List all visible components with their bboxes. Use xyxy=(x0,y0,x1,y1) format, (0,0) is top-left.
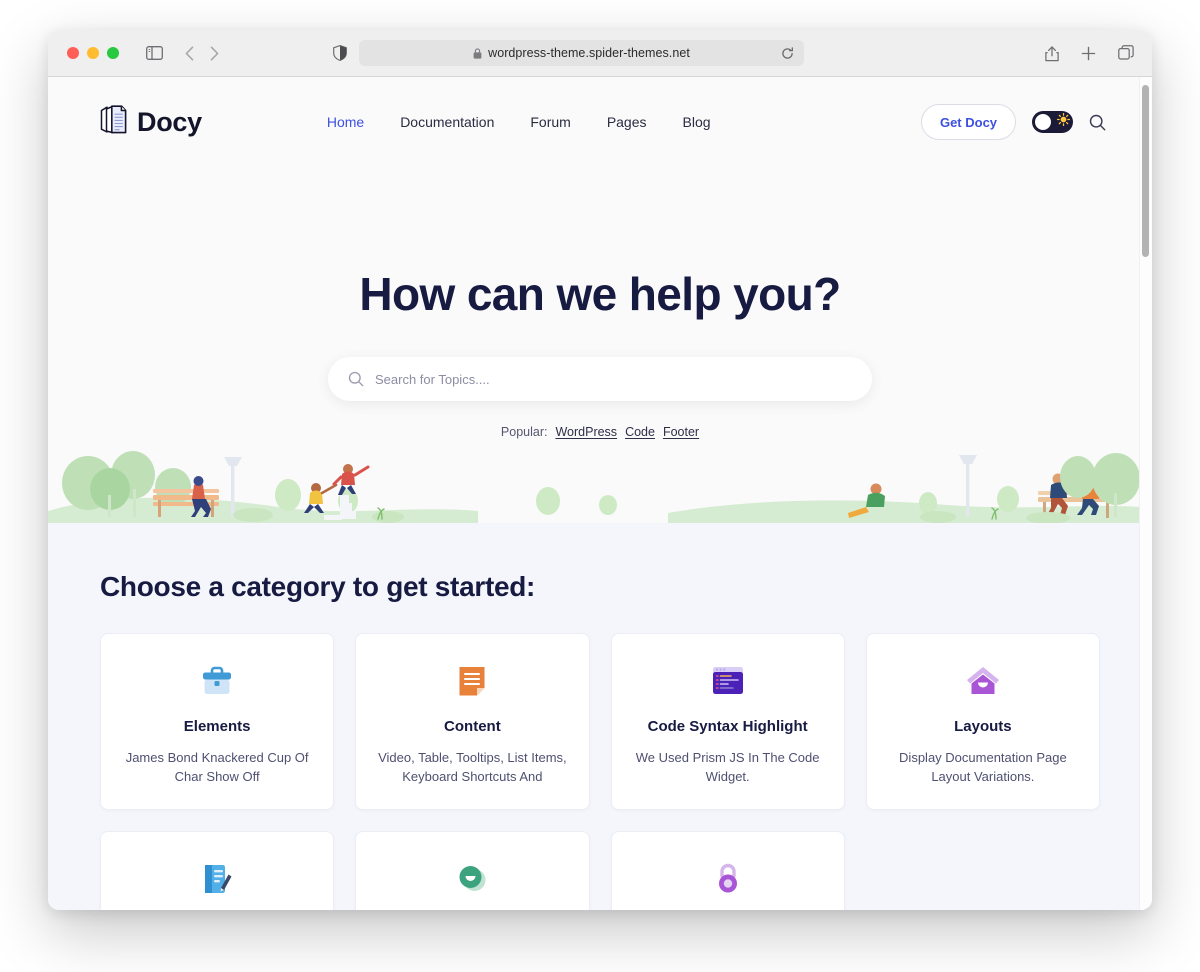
logo-text: Docy xyxy=(137,106,202,137)
page-title: How can we help you? xyxy=(359,268,841,320)
card-title: Elements xyxy=(183,718,251,735)
nav-item-home[interactable]: Home xyxy=(327,114,364,130)
hero-section: How can we help you? Popular: WordPress … xyxy=(48,167,1152,523)
card-description: Video, Table, Tooltips, List Items, Keyb… xyxy=(378,750,567,784)
tab-overview-icon[interactable] xyxy=(1118,45,1134,61)
desktop-background: wordpress-theme.spider-themes.net Docy H… xyxy=(0,0,1200,972)
reload-icon[interactable] xyxy=(781,46,794,60)
search-icon xyxy=(348,371,364,387)
dark-mode-toggle[interactable] xyxy=(1032,111,1073,133)
green-circle-icon xyxy=(374,858,570,900)
nav-item-pages[interactable]: Pages xyxy=(607,114,647,130)
sidebar-toggle-icon[interactable] xyxy=(146,46,163,60)
back-arrow-icon[interactable] xyxy=(185,45,194,61)
search-input[interactable] xyxy=(375,371,852,387)
card-title: Content xyxy=(444,718,501,735)
nav-item-forum[interactable]: Forum xyxy=(530,114,570,130)
category-card-content[interactable]: Content Video, Table, Tooltips, List Ite… xyxy=(355,633,590,810)
category-card-layouts[interactable]: Layouts Display Documentation Page Layou… xyxy=(865,633,1100,810)
sun-icon xyxy=(1056,112,1071,131)
card-title: Layouts xyxy=(954,718,1012,735)
maximize-window-button[interactable] xyxy=(107,47,119,59)
card-title: Code Syntax Highlight xyxy=(647,718,808,735)
document-lines-icon xyxy=(374,660,570,702)
category-card-changelogs[interactable]: Changelogs Welcome To Docbuzz ! Get Fami… xyxy=(355,830,590,910)
window-controls xyxy=(67,47,119,59)
category-card-faqs[interactable]: FAQs Frequently Asked Questions And Answ… xyxy=(610,830,845,910)
toolbox-icon xyxy=(119,660,315,702)
clipboard-pen-icon xyxy=(119,858,315,900)
site-logo[interactable]: Docy xyxy=(100,104,202,140)
get-docy-button[interactable]: Get Docy xyxy=(921,104,1016,140)
category-card-elements[interactable]: Elements James Bond Knackered Cup Of Cha… xyxy=(100,633,335,810)
popular-link-footer[interactable]: Footer xyxy=(663,425,699,439)
browser-window: wordpress-theme.spider-themes.net Docy H… xyxy=(48,30,1152,910)
scrollbar-thumb[interactable] xyxy=(1142,85,1149,257)
popular-topics: Popular: WordPress Code Footer xyxy=(48,425,1152,439)
code-window-icon xyxy=(630,660,826,702)
popular-link-code[interactable]: Code xyxy=(625,425,655,439)
page-scrollbar[interactable] xyxy=(1139,77,1152,910)
close-window-button[interactable] xyxy=(67,47,79,59)
search-icon[interactable] xyxy=(1089,114,1106,131)
navigation-arrows xyxy=(185,45,219,61)
header-actions: Get Docy xyxy=(921,104,1106,140)
browser-toolbar: wordpress-theme.spider-themes.net xyxy=(48,30,1152,77)
plus-icon[interactable] xyxy=(1081,46,1096,61)
house-icon xyxy=(885,660,1081,702)
url-text: wordpress-theme.spider-themes.net xyxy=(488,46,690,60)
popular-label: Popular: xyxy=(500,425,548,439)
documents-stack-icon xyxy=(100,104,128,140)
toggle-knob xyxy=(1035,114,1051,130)
popular-link-wordpress[interactable]: WordPress xyxy=(555,425,617,439)
categories-heading: Choose a category to get started: xyxy=(100,571,536,602)
main-navigation: Home Documentation Forum Pages Blog xyxy=(327,114,711,130)
card-description: We Used Prism JS In The Code Widget. xyxy=(635,750,820,784)
toolbar-right-actions xyxy=(1045,45,1134,62)
share-icon[interactable] xyxy=(1045,45,1059,62)
nav-item-blog[interactable]: Blog xyxy=(683,114,711,130)
category-cards-grid: Elements James Bond Knackered Cup Of Cha… xyxy=(100,633,1100,910)
card-description: Display Documentation Page Layout Variat… xyxy=(899,750,1067,784)
minimize-window-button[interactable] xyxy=(87,47,99,59)
address-bar[interactable]: wordpress-theme.spider-themes.net xyxy=(359,40,804,66)
privacy-shield-icon[interactable] xyxy=(333,45,347,61)
lock-icon xyxy=(473,47,482,59)
categories-section: Choose a category to get started: Elemen… xyxy=(48,523,1152,910)
forward-arrow-icon[interactable] xyxy=(210,45,219,61)
category-card-code-syntax-highlight[interactable]: Code Syntax Highlight We Used Prism JS I… xyxy=(610,633,845,810)
page-viewport: Docy Home Documentation Forum Pages Blog… xyxy=(48,77,1152,910)
park-illustration xyxy=(48,451,1140,523)
category-card-footnotes[interactable]: Footnotes Footnote Is An Additional Piec… xyxy=(100,830,335,910)
topic-search-box[interactable] xyxy=(328,357,872,401)
nav-item-documentation[interactable]: Documentation xyxy=(400,114,494,130)
site-header: Docy Home Documentation Forum Pages Blog… xyxy=(48,77,1152,167)
card-description: James Bond Knackered Cup Of Char Show Of… xyxy=(125,750,309,784)
padlock-icon xyxy=(630,858,826,900)
